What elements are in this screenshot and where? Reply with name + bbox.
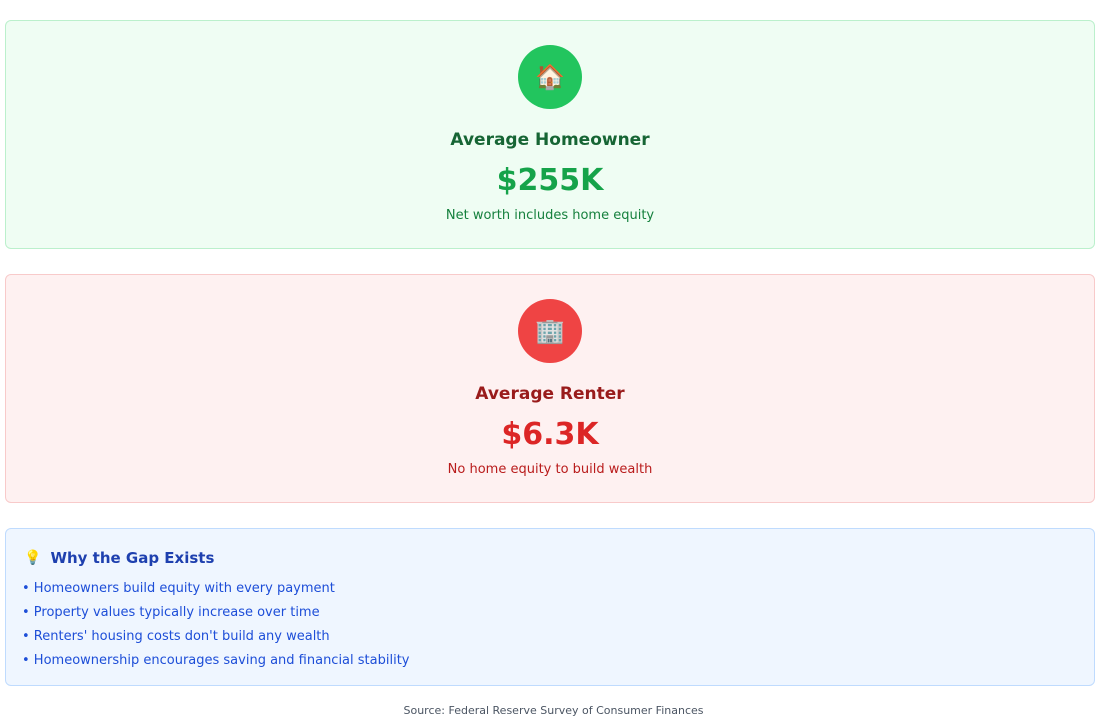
homeowner-title: Average Homeowner (450, 130, 650, 150)
office-building-icon: 🏢 (518, 299, 582, 363)
homeowner-card: 🏠 Average Homeowner $255K Net worth incl… (5, 20, 1095, 249)
lightbulb-icon: 💡 (24, 550, 42, 566)
homeowner-description: Net worth includes home equity (445, 208, 655, 223)
renter-card: 🏢 Average Renter $6.3K No home equity to… (5, 274, 1095, 503)
source-citation: Source: Federal Reserve Survey of Consum… (403, 704, 704, 717)
gap-explanation-heading: Why the Gap Exists (50, 549, 215, 567)
renter-title: Average Renter (475, 384, 625, 404)
gap-reasons-list: • Homeowners build equity with every pay… (22, 577, 410, 673)
list-item: • Homeownership encourages saving and fi… (22, 653, 410, 668)
gap-explanation-title: 💡 Why the Gap Exists (24, 548, 214, 568)
list-item: • Homeowners build equity with every pay… (22, 581, 335, 596)
list-item: • Renters' housing costs don't build any… (22, 629, 330, 644)
renter-description: No home equity to build wealth (447, 462, 653, 477)
page: 🏠 Average Homeowner $255K Net worth incl… (0, 0, 1107, 721)
renter-net-worth: $6.3K (501, 417, 599, 452)
list-item: • Property values typically increase ove… (22, 605, 320, 620)
house-icon: 🏠 (518, 45, 582, 109)
homeowner-net-worth: $255K (496, 163, 604, 198)
gap-explanation-box: 💡 Why the Gap Exists • Homeowners build … (5, 528, 1095, 686)
